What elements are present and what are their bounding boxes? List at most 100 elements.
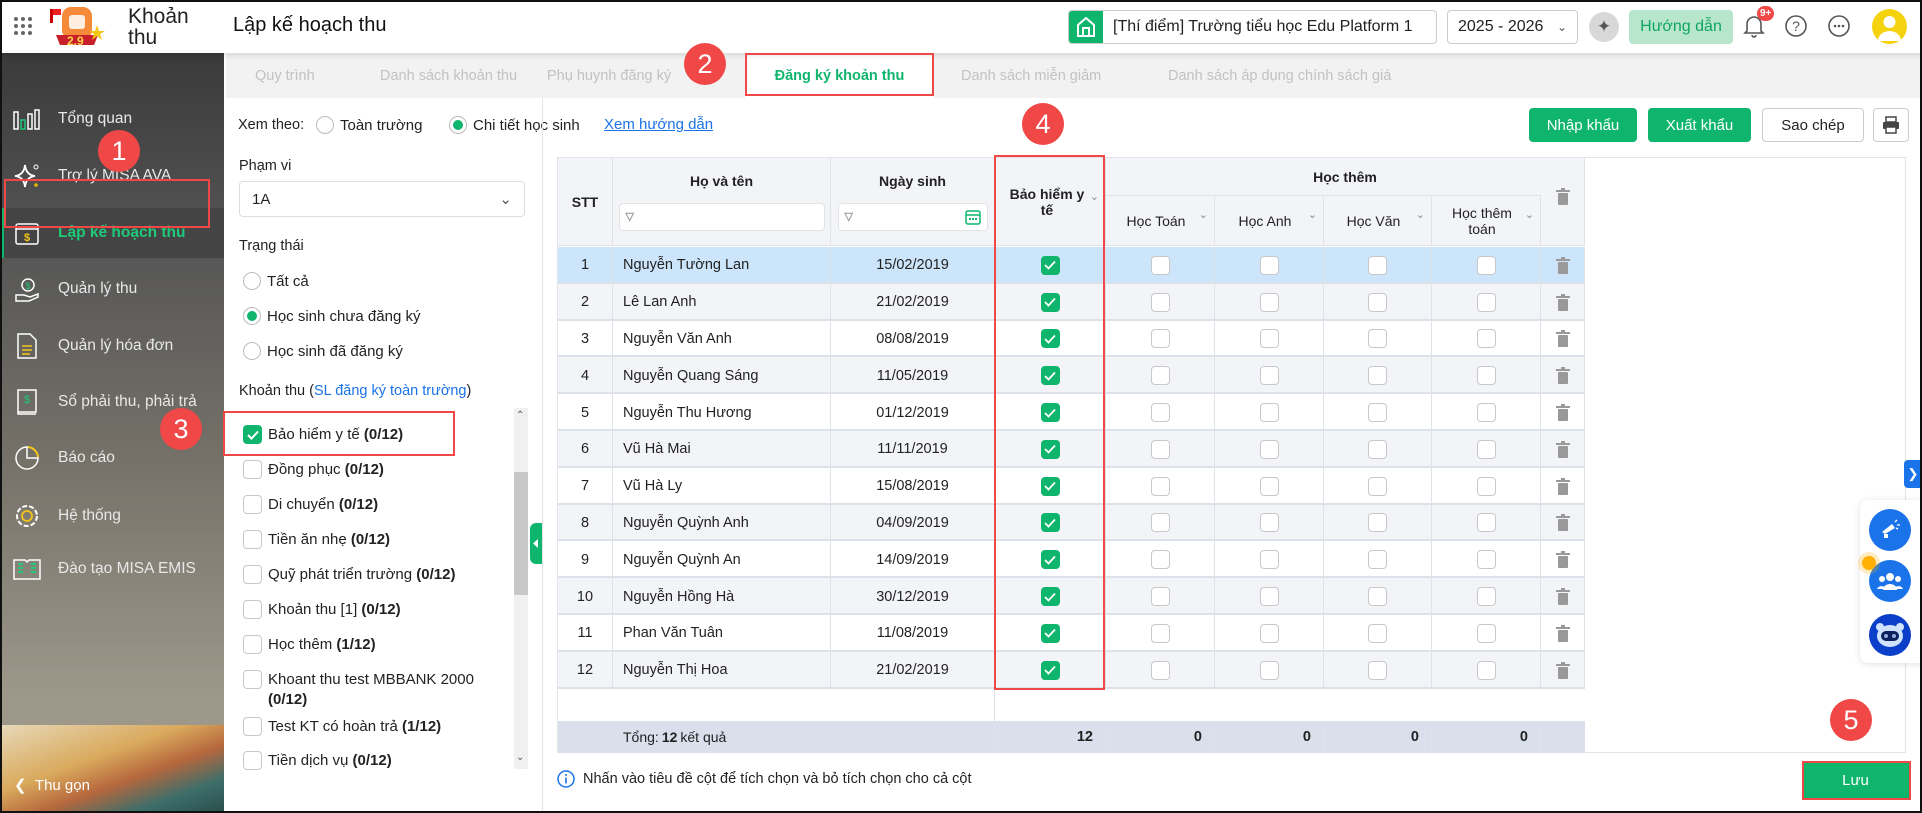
tab-0[interactable]: Quy trình <box>255 53 315 98</box>
checkbox-icon[interactable] <box>1259 587 1279 607</box>
tab-5[interactable]: Danh sách áp dụng chính sách giá <box>1168 53 1391 98</box>
trash-icon[interactable] <box>1555 477 1570 495</box>
checkbox-icon[interactable] <box>1150 513 1170 533</box>
checkbox-icon[interactable] <box>243 600 262 619</box>
checkbox-icon[interactable] <box>243 751 262 770</box>
view-option-school[interactable]: Toàn trường <box>316 116 422 134</box>
fee-item[interactable]: Khoant thu test MBBANK 2000 (0/12) <box>243 670 513 710</box>
status-option-registered[interactable]: Học sinh đã đăng ký <box>243 342 403 360</box>
checkbox-icon[interactable] <box>1476 255 1496 275</box>
checkbox-icon[interactable] <box>1368 366 1387 386</box>
sidebar-item-7[interactable]: Hệ thống <box>0 491 224 541</box>
header-sub-2[interactable]: Học Văn ⌄ <box>1324 196 1432 246</box>
school-selector[interactable]: [Thí điểm] Trường tiểu học Edu Platform … <box>1068 10 1437 44</box>
print-button[interactable] <box>1873 108 1909 142</box>
ai-sparkle-button[interactable]: ✦ <box>1589 12 1619 42</box>
fee-item[interactable]: Đồng phục (0/12) <box>243 460 513 480</box>
status-option-unregistered[interactable]: Học sinh chưa đăng ký <box>243 307 420 325</box>
panel-toggle-handle[interactable] <box>530 523 542 564</box>
trash-icon[interactable] <box>1555 293 1570 311</box>
guide-link[interactable]: Xem hướng dẫn <box>604 116 713 133</box>
expand-panel-button[interactable]: ❯ <box>1904 460 1922 488</box>
trash-icon[interactable] <box>1555 367 1570 385</box>
checkbox-icon[interactable] <box>1476 329 1496 349</box>
checkbox-icon[interactable] <box>1150 587 1170 607</box>
checkbox-icon[interactable] <box>1259 292 1279 312</box>
fee-item[interactable]: Test KT có hoàn trả (1/12) <box>243 717 513 737</box>
status-option-all[interactable]: Tất cả <box>243 272 309 290</box>
checkbox-icon[interactable] <box>243 670 262 689</box>
sidebar-item-4[interactable]: Quản lý hóa đơn <box>0 321 224 371</box>
tab-4[interactable]: Danh sách miễn giảm <box>961 53 1101 98</box>
checkbox-icon[interactable] <box>1150 476 1170 496</box>
apps-grid-icon[interactable] <box>14 17 32 35</box>
checkbox-icon[interactable] <box>1368 329 1387 349</box>
checkbox-icon[interactable] <box>1368 623 1387 643</box>
trash-icon[interactable] <box>1555 514 1570 532</box>
community-icon[interactable] <box>1869 560 1911 602</box>
checkbox-icon[interactable] <box>1150 550 1170 570</box>
scroll-up-icon[interactable]: ⌃ <box>516 410 524 421</box>
import-button[interactable]: Nhập khẩu <box>1529 108 1637 142</box>
checkbox-icon[interactable] <box>1476 513 1496 533</box>
checkbox-icon[interactable] <box>1259 660 1279 680</box>
checkbox-icon[interactable] <box>1259 329 1279 349</box>
checkbox-icon[interactable] <box>1368 439 1387 459</box>
trash-icon[interactable] <box>1555 404 1570 422</box>
collapse-sidebar-button[interactable]: ❮ Thu gọn <box>14 776 90 794</box>
checkbox-icon[interactable] <box>1259 550 1279 570</box>
checkbox-icon[interactable] <box>1476 292 1496 312</box>
checkbox-icon[interactable] <box>1476 623 1496 643</box>
user-avatar[interactable] <box>1872 9 1907 44</box>
sidebar-item-8[interactable]: Đào tạo MISA EMIS <box>0 544 224 594</box>
checkbox-icon[interactable] <box>1368 587 1387 607</box>
checkbox-icon[interactable] <box>1368 550 1387 570</box>
scope-select[interactable]: 1A ⌄ <box>239 181 525 217</box>
header-sub-0[interactable]: Học Toán ⌄ <box>1106 196 1215 246</box>
checkbox-icon[interactable] <box>1476 587 1496 607</box>
tab-2[interactable]: Phụ huynh đăng ký <box>547 53 671 98</box>
sidebar-item-3[interactable]: $ Quản lý thu <box>0 264 224 314</box>
checkbox-icon[interactable] <box>243 635 262 654</box>
trash-icon[interactable] <box>1555 256 1570 274</box>
checkbox-icon[interactable] <box>1368 292 1387 312</box>
checkbox-icon[interactable] <box>1259 439 1279 459</box>
checkbox-icon[interactable] <box>243 565 262 584</box>
header-sub-1[interactable]: Học Anh ⌄ <box>1215 196 1324 246</box>
assistant-bot-icon[interactable] <box>1869 614 1911 656</box>
checkbox-icon[interactable] <box>1259 623 1279 643</box>
checkbox-icon[interactable] <box>1150 366 1170 386</box>
dob-filter-input[interactable]: ▽ <box>837 202 988 231</box>
checkbox-icon[interactable] <box>1368 255 1387 275</box>
checkbox-icon[interactable] <box>1150 439 1170 459</box>
trash-icon[interactable] <box>1555 588 1570 606</box>
guide-button[interactable]: Hướng dẫn <box>1629 10 1733 44</box>
checkbox-icon[interactable] <box>1150 403 1170 423</box>
checkbox-icon[interactable] <box>1150 660 1170 680</box>
fee-item[interactable]: Tiền ăn nhẹ (0/12) <box>243 530 513 550</box>
export-button[interactable]: Xuất khẩu <box>1648 108 1751 142</box>
fee-item[interactable]: Tiền dịch vụ (0/12) <box>243 751 513 771</box>
header-delete-all[interactable] <box>1541 158 1585 246</box>
header-sub-3[interactable]: Học thêm toán ⌄ <box>1432 196 1541 246</box>
checkbox-icon[interactable] <box>1476 403 1496 423</box>
checkbox-icon[interactable] <box>1368 660 1387 680</box>
checkbox-icon[interactable] <box>1368 403 1387 423</box>
checkbox-icon[interactable] <box>1150 623 1170 643</box>
checkbox-icon[interactable] <box>1150 255 1170 275</box>
checkbox-icon[interactable] <box>1259 255 1279 275</box>
checkbox-icon[interactable] <box>1476 366 1496 386</box>
school-registration-link[interactable]: SL đăng ký toàn trường <box>314 383 467 399</box>
megaphone-icon[interactable] <box>1869 509 1911 551</box>
tab-1[interactable]: Danh sách khoản thu <box>380 53 517 98</box>
year-select[interactable]: 2025 - 2026 ⌄ <box>1447 10 1578 44</box>
checkbox-icon[interactable] <box>1476 660 1496 680</box>
checkbox-icon[interactable] <box>243 717 262 736</box>
trash-icon[interactable] <box>1555 440 1570 458</box>
checkbox-icon[interactable] <box>1368 476 1387 496</box>
fee-item[interactable]: Quỹ phát triển trường (0/12) <box>243 565 513 585</box>
view-option-student[interactable]: Chi tiết học sinh <box>449 116 580 134</box>
fee-item[interactable]: Học thêm (1/12) <box>243 635 513 655</box>
fee-item[interactable]: Khoản thu [1] (0/12) <box>243 600 513 620</box>
more-icon[interactable] <box>1826 13 1852 39</box>
